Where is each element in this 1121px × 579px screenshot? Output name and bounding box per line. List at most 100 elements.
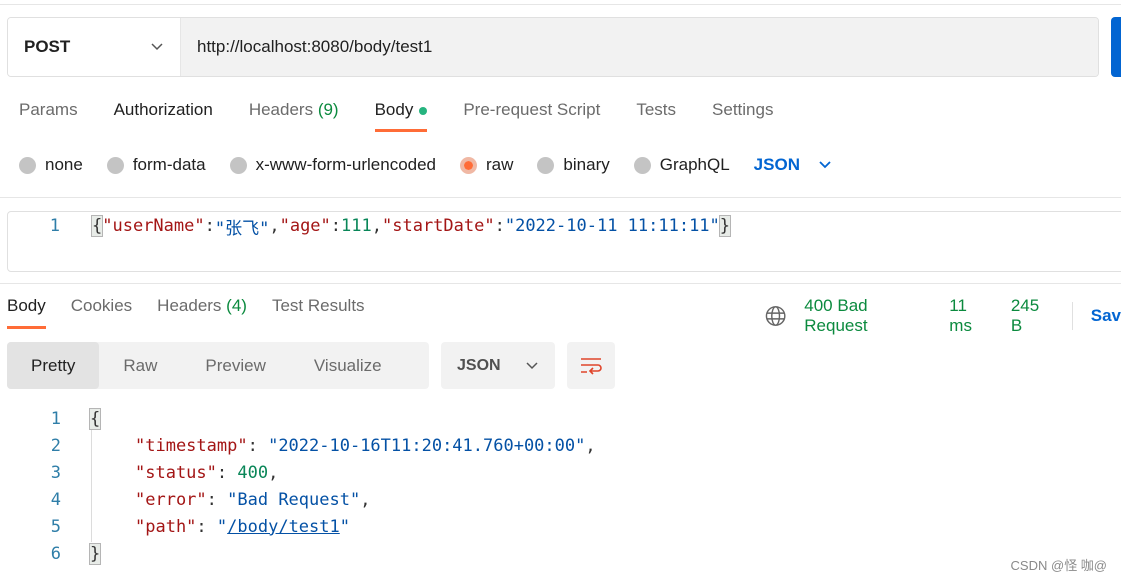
request-body-line: 1{"userName": "张飞", "age":111, "startDate":… xyxy=(40,215,732,239)
tab-body[interactable]: Body xyxy=(374,100,428,132)
save-response-button[interactable]: Sav xyxy=(1091,306,1121,326)
json-string: "张飞" xyxy=(214,218,270,239)
comma: , xyxy=(269,216,280,236)
tab-params[interactable]: Params xyxy=(19,100,78,130)
tab-headers[interactable]: Headers (9) xyxy=(249,100,339,130)
response-format-select[interactable]: JSON xyxy=(441,342,555,389)
response-line: 5 "path": "/body/test1 " xyxy=(0,513,350,540)
body-format-label: JSON xyxy=(753,155,800,174)
globe-icon[interactable] xyxy=(765,305,786,327)
json-key: "age" xyxy=(279,216,331,236)
tab-test-results[interactable]: Test Results xyxy=(272,296,365,316)
watermark: CSDN @怪 咖@ xyxy=(1010,558,1107,573)
line-number: 6 xyxy=(50,543,61,564)
response-format-label: JSON xyxy=(457,356,501,374)
brace: } xyxy=(718,215,732,237)
radio-circle-icon xyxy=(229,156,247,174)
comma: , xyxy=(371,216,382,236)
response-line: 4 "error": "Bad Request", xyxy=(0,486,371,513)
tab-pre-request-script[interactable]: Pre-request Script xyxy=(463,100,600,130)
brace: { xyxy=(90,215,104,237)
json-key: "status" xyxy=(135,462,217,483)
radio-none[interactable]: none xyxy=(19,155,83,175)
line-number: 5 xyxy=(50,516,61,537)
response-line: 3 "status": 400, xyxy=(0,459,279,486)
view-mode-tabs: Pretty Raw Preview Visualize xyxy=(7,342,429,389)
json-key: "timestamp" xyxy=(135,435,248,456)
url-input[interactable]: http://localhost:8080/body/test1 xyxy=(181,18,1098,76)
json-string: "2022-10-11 11:11:11" xyxy=(504,216,720,236)
radio-graphql[interactable]: GraphQL xyxy=(633,155,730,175)
view-raw[interactable]: Raw xyxy=(99,342,181,389)
radio-circle-icon xyxy=(19,156,36,174)
radio-label: none xyxy=(45,155,83,174)
chevron-down-icon xyxy=(819,161,831,169)
view-visualize[interactable]: Visualize xyxy=(290,342,406,389)
method-select[interactable]: POST xyxy=(8,18,181,76)
line-number: 3 xyxy=(50,462,61,483)
status-code[interactable]: 400 Bad Request xyxy=(804,296,931,336)
line-number: 1 xyxy=(49,216,60,236)
response-time[interactable]: 11 ms xyxy=(949,296,993,336)
radio-selected-icon xyxy=(460,156,478,174)
tab-tests[interactable]: Tests xyxy=(636,100,676,130)
divider xyxy=(0,197,1121,198)
divider xyxy=(0,283,1121,284)
json-key: "error" xyxy=(135,489,207,510)
json-key: "path" xyxy=(135,516,197,537)
top-divider xyxy=(0,4,1121,5)
method-label: POST xyxy=(24,37,71,56)
view-pretty[interactable]: Pretty xyxy=(7,342,100,389)
json-string: "Bad Request" xyxy=(227,489,361,510)
tab-response-body[interactable]: Body xyxy=(7,296,46,329)
path-link[interactable]: /body/test1 xyxy=(227,517,340,537)
json-number: 400 xyxy=(237,462,269,483)
colon: : xyxy=(330,216,342,236)
json-key: "userName" xyxy=(102,216,205,236)
tab-cookies[interactable]: Cookies xyxy=(71,296,132,316)
brace: { xyxy=(88,407,102,430)
brace: } xyxy=(88,542,102,565)
colon: : xyxy=(204,216,215,236)
radio-binary[interactable]: binary xyxy=(537,155,610,175)
response-status: 400 Bad Request 11 ms 245 B Sav xyxy=(765,296,1121,336)
headers-count: (9) xyxy=(317,100,339,119)
radio-label: GraphQL xyxy=(659,155,730,174)
colon: : xyxy=(494,216,505,236)
response-size[interactable]: 245 B xyxy=(1011,296,1054,336)
radio-label: x-www-form-urlencoded xyxy=(255,155,437,174)
request-tabs: Params Authorization Headers (9) Body Pr… xyxy=(19,100,773,132)
json-number: 111 xyxy=(341,216,372,236)
tab-settings[interactable]: Settings xyxy=(712,100,773,130)
radio-circle-icon xyxy=(106,156,124,174)
tab-label: Headers xyxy=(157,296,222,315)
tab-label: Body xyxy=(374,100,414,119)
response-line: 2 "timestamp": "2022-10-16T11:20:41.760+0… xyxy=(0,432,596,459)
line-number: 2 xyxy=(50,435,61,456)
body-format-select[interactable]: JSON xyxy=(754,155,832,175)
radio-form-data[interactable]: form-data xyxy=(106,155,206,175)
divider xyxy=(1071,302,1073,330)
line-number: 4 xyxy=(50,489,61,510)
radio-label: form-data xyxy=(132,155,206,174)
view-preview[interactable]: Preview xyxy=(181,342,289,389)
radio-label: raw xyxy=(486,155,514,174)
radio-label: binary xyxy=(563,155,610,174)
radio-raw[interactable]: raw xyxy=(460,155,513,175)
headers-count: (4) xyxy=(226,296,247,315)
wrap-lines-button[interactable] xyxy=(567,342,615,389)
tab-authorization[interactable]: Authorization xyxy=(114,100,213,130)
chevron-down-icon xyxy=(526,361,538,369)
url-bar: POST http://localhost:8080/body/test1 xyxy=(7,17,1099,77)
body-type-radios: none form-data x-www-form-urlencoded raw… xyxy=(19,155,832,175)
tab-response-headers[interactable]: Headers (4) xyxy=(157,296,247,316)
wrap-lines-icon xyxy=(581,357,602,375)
send-button[interactable] xyxy=(1111,17,1121,77)
response-line: 6} xyxy=(0,540,102,567)
json-string: "2022-10-16T11:20:41.760+00:00" xyxy=(268,435,586,456)
radio-urlencoded[interactable]: x-www-form-urlencoded xyxy=(229,155,437,175)
active-dot-icon xyxy=(419,106,428,115)
chevron-down-icon xyxy=(151,43,163,51)
response-tabs: Body Cookies Headers (4) Test Results xyxy=(7,296,365,329)
response-line: 1{ xyxy=(0,405,102,432)
